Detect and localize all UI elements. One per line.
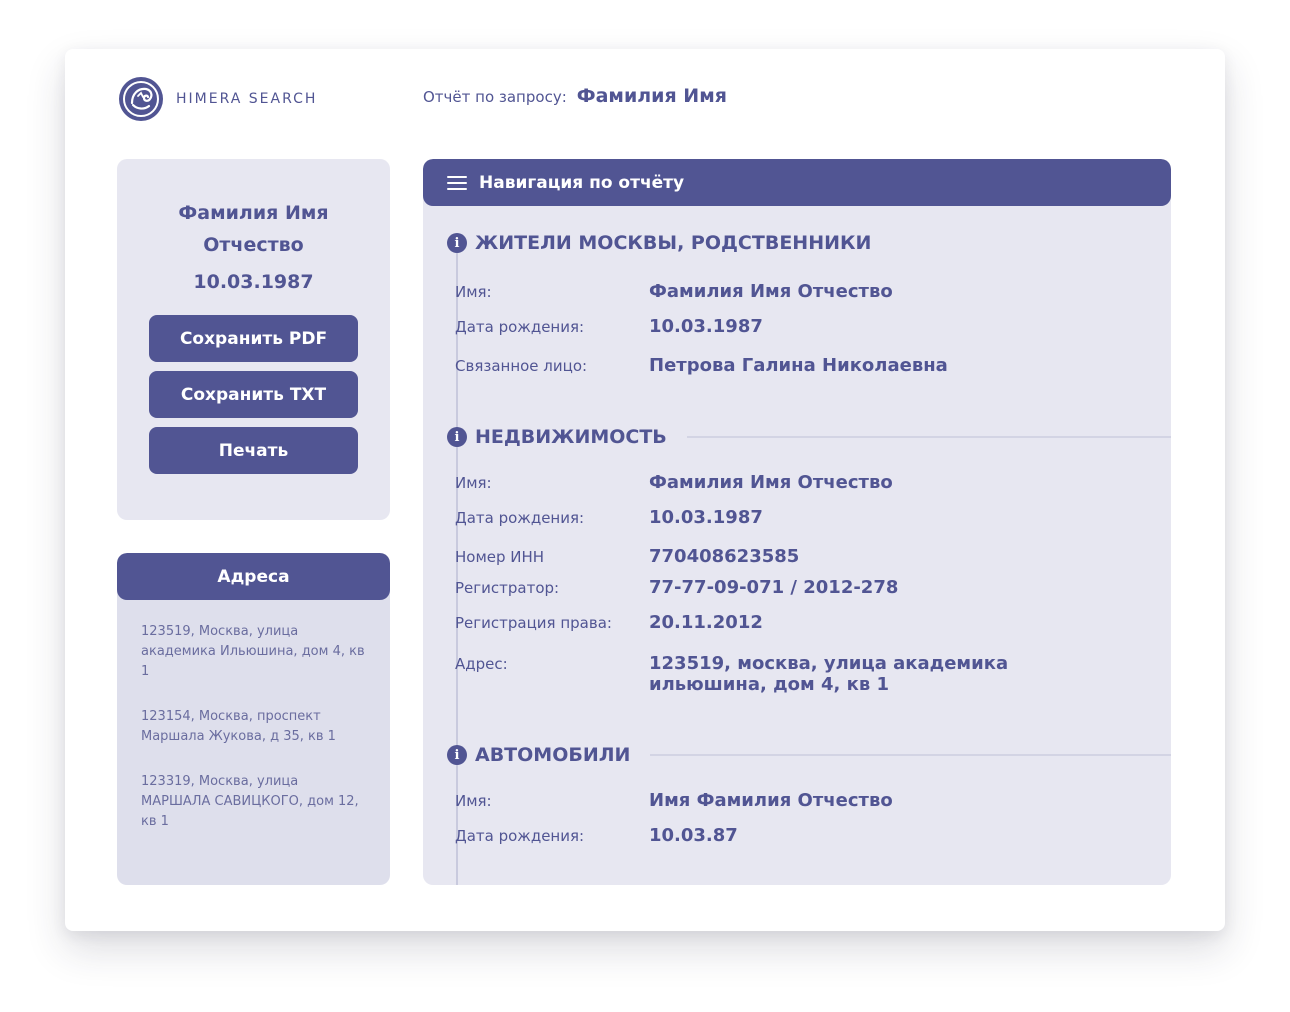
field-label: Номер ИНН bbox=[455, 548, 545, 566]
info-icon: i bbox=[447, 745, 467, 765]
brand-logo[interactable]: HIMERA SEARCH bbox=[118, 76, 317, 122]
field-label: Имя: bbox=[455, 792, 492, 810]
field-label: Регистратор: bbox=[455, 579, 560, 597]
field-label: Дата рождения: bbox=[455, 509, 585, 527]
field-label: Имя: bbox=[455, 474, 492, 492]
field-label: Дата рождения: bbox=[455, 827, 585, 845]
profile-dob: 10.03.1987 bbox=[193, 271, 314, 293]
section-header[interactable]: i ЖИТЕЛИ МОСКВЫ, РОДСТВЕННИКИ bbox=[447, 231, 1171, 255]
field-value: 20.11.2012 bbox=[649, 612, 763, 633]
field-label: Регистрация права: bbox=[455, 614, 612, 632]
report-query: Отчёт по запросу: Фамилия Имя bbox=[423, 85, 727, 107]
field-label: Связанное лицо: bbox=[455, 357, 588, 375]
info-icon: i bbox=[447, 427, 467, 447]
field-value: 770408623585 bbox=[649, 546, 800, 567]
field-value: Фамилия Имя Отчество bbox=[649, 472, 893, 493]
section-cars: i АВТОМОБИЛИ bbox=[447, 743, 1171, 767]
field-value: 10.03.1987 bbox=[649, 316, 763, 337]
section-title: НЕДВИЖИМОСТЬ bbox=[475, 426, 667, 448]
field-label: Адрес: bbox=[455, 655, 508, 673]
section-real-estate: i НЕДВИЖИМОСТЬ bbox=[447, 425, 1171, 449]
report-navigation-button[interactable]: Навигация по отчёту bbox=[423, 159, 1171, 206]
address-item: 123319, Москва, улица МАРШАЛА САВИЦКОГО,… bbox=[141, 774, 359, 829]
field-row: Адрес: 123519, москва, улица академика и… bbox=[455, 653, 1019, 695]
field-row: Дата рождения: 10.03.87 bbox=[455, 825, 738, 846]
section-divider bbox=[686, 436, 1171, 438]
field-label: Дата рождения: bbox=[455, 318, 585, 336]
query-value: Фамилия Имя bbox=[576, 85, 727, 107]
field-row: Имя: Фамилия Имя Отчество bbox=[455, 472, 893, 493]
field-value: 10.03.87 bbox=[649, 825, 738, 846]
field-row: Имя: Фамилия Имя Отчество bbox=[455, 281, 893, 302]
field-row: Дата рождения: 10.03.1987 bbox=[455, 507, 763, 528]
profile-panel: Фамилия Имя Отчество 10.03.1987 Сохранит… bbox=[117, 159, 390, 520]
address-item: 123519, Москва, улица академика Ильюшина… bbox=[141, 624, 365, 679]
field-row: Регистратор: 77-77-09-071 / 2012-278 bbox=[455, 577, 898, 598]
field-value: Петрова Галина Николаевна bbox=[649, 355, 948, 376]
chimera-logo-icon bbox=[119, 77, 163, 121]
section-header[interactable]: i НЕДВИЖИМОСТЬ bbox=[447, 425, 1171, 449]
address-list: 123519, Москва, улица академика Ильюшина… bbox=[117, 600, 390, 832]
field-row: Номер ИНН 770408623585 bbox=[455, 546, 799, 567]
print-button[interactable]: Печать bbox=[149, 427, 358, 474]
addresses-header: Адреса bbox=[117, 553, 390, 600]
section-title: АВТОМОБИЛИ bbox=[475, 744, 631, 766]
section-divider bbox=[650, 754, 1171, 756]
section-header[interactable]: i АВТОМОБИЛИ bbox=[447, 743, 1171, 767]
menu-icon bbox=[447, 175, 467, 190]
nav-label: Навигация по отчёту bbox=[479, 172, 685, 193]
addresses-panel: Адреса 123519, Москва, улица академика И… bbox=[117, 553, 390, 885]
section-title: ЖИТЕЛИ МОСКВЫ, РОДСТВЕННИКИ bbox=[475, 232, 872, 254]
profile-name: Фамилия Имя Отчество bbox=[178, 202, 329, 256]
field-row: Связанное лицо: Петрова Галина Николаевн… bbox=[455, 355, 948, 376]
field-label: Имя: bbox=[455, 283, 492, 301]
brand-name: HIMERA SEARCH bbox=[176, 91, 318, 107]
section-residents: i ЖИТЕЛИ МОСКВЫ, РОДСТВЕННИКИ bbox=[447, 231, 1171, 255]
save-pdf-button[interactable]: Сохранить PDF bbox=[149, 315, 358, 362]
field-value: 123519, москва, улица академика ильюшина… bbox=[649, 653, 1009, 695]
field-value: Имя Фамилия Отчество bbox=[649, 790, 893, 811]
save-txt-button[interactable]: Сохранить TXT bbox=[149, 371, 358, 418]
info-icon: i bbox=[447, 233, 467, 253]
report-panel: Навигация по отчёту i ЖИТЕЛИ МОСКВЫ, РОД… bbox=[423, 159, 1171, 885]
address-item: 123154, Москва, проспект Маршала Жукова,… bbox=[141, 709, 336, 744]
query-label: Отчёт по запросу: bbox=[423, 88, 567, 106]
field-row: Регистрация права: 20.11.2012 bbox=[455, 612, 763, 633]
field-value: 77-77-09-071 / 2012-278 bbox=[649, 577, 899, 598]
field-value: 10.03.1987 bbox=[649, 507, 763, 528]
field-value: Фамилия Имя Отчество bbox=[649, 281, 893, 302]
report-card: HIMERA SEARCH Отчёт по запросу: Фамилия … bbox=[65, 49, 1225, 931]
field-row: Дата рождения: 10.03.1987 bbox=[455, 316, 763, 337]
field-row: Имя: Имя Фамилия Отчество bbox=[455, 790, 893, 811]
